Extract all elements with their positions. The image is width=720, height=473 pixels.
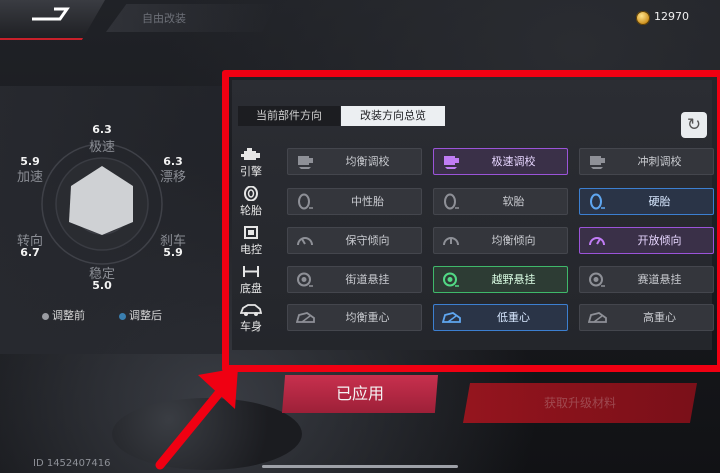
legend-after-dot: [119, 312, 126, 320]
coin-balance: 12970: [654, 10, 689, 23]
stat-upper-left-label: 加速: [16, 170, 43, 185]
tab-free-mod[interactable]: 自由改装: [106, 4, 276, 32]
applied-button[interactable]: 已应用: [282, 375, 438, 413]
stat-upper-right-label: 漂移: [159, 170, 186, 185]
legend-before-label: 调整前: [52, 309, 85, 322]
annotation-arrow-icon: [155, 368, 238, 470]
highlight-box: [222, 70, 720, 372]
legend-after-label: 调整后: [129, 309, 162, 322]
tab-free-mod-label: 自由改装: [142, 12, 186, 25]
legend-after: 调整后: [119, 307, 162, 323]
stat-lower-right-value: 5.9: [163, 246, 183, 259]
get-material-button[interactable]: 获取升级材料: [463, 383, 697, 423]
legend-before-dot: [42, 312, 49, 320]
coin-icon: [636, 11, 650, 25]
home-indicator[interactable]: [262, 465, 458, 468]
stat-lower-left-value: 6.7: [20, 246, 40, 259]
player-id: ID 1452407416: [33, 458, 111, 469]
stat-bottom-value: 5.0: [92, 279, 112, 292]
stat-top-label: 极速: [88, 140, 115, 155]
legend-before: 调整前: [42, 307, 85, 323]
back-arrow-icon: [32, 7, 70, 21]
stat-top-value: 6.3: [92, 123, 112, 136]
